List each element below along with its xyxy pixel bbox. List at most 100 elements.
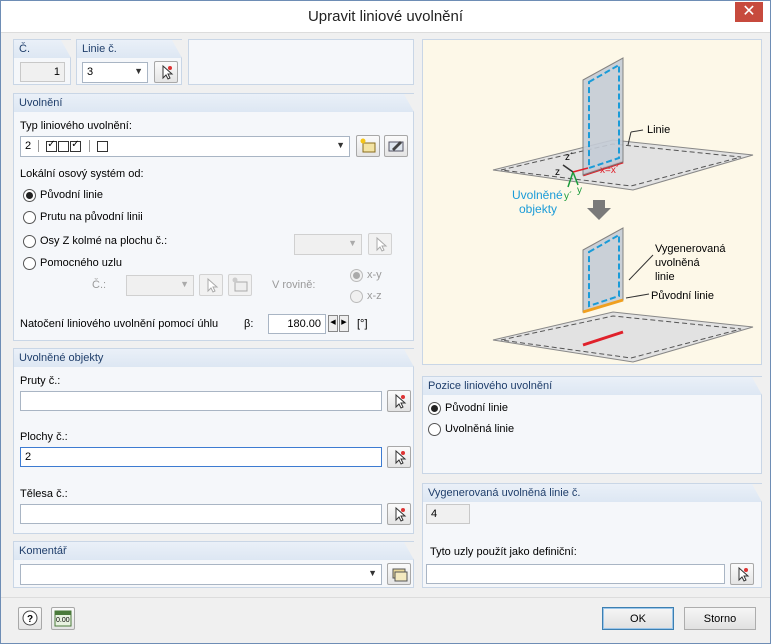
node-no-label: Č.: <box>92 279 107 291</box>
solids-label: Tělesa č.: <box>20 488 68 500</box>
release-type-select[interactable]: 2 ▼ <box>20 136 350 157</box>
blank-group <box>188 39 414 85</box>
chevron-down-icon: ▼ <box>180 279 189 289</box>
line-select-value: 3 <box>87 66 94 78</box>
pick-members-button[interactable] <box>387 390 411 412</box>
help-icon: ? <box>22 610 38 626</box>
generated-group: Vygenerovaná uvolněná linie č. 4 Tyto uz… <box>422 483 762 588</box>
diagram-label-y: y <box>577 185 582 196</box>
checkbox-icon <box>58 140 70 152</box>
generated-number-field: 4 <box>426 504 470 524</box>
new-item-icon <box>232 277 248 292</box>
beta-spin-left[interactable]: ◀ <box>328 315 338 332</box>
line-group: Linie č. 3 ▼ <box>76 39 182 85</box>
radio-lcs-helpnode[interactable]: Pomocného uzlu <box>23 257 122 270</box>
title-bar: Upravit liniové uvolnění ✕ <box>1 1 770 33</box>
lcs-label: Lokální osový systém od: <box>20 168 144 180</box>
diagram-label-z: z <box>555 167 560 178</box>
nodes-input[interactable] <box>426 564 725 584</box>
number-header: Č. <box>14 40 71 58</box>
units-button[interactable]: 0.00 <box>51 607 75 630</box>
pointer-pick-icon <box>738 566 750 582</box>
pick-solids-button[interactable] <box>387 503 411 525</box>
release-diagram <box>492 57 754 363</box>
number-group: Č. 1 <box>13 39 71 85</box>
chevron-down-icon: ▼ <box>134 66 143 76</box>
new-item-icon <box>360 138 376 153</box>
release-header: Uvolnění <box>14 94 414 112</box>
radio-plane-xy: x-y <box>350 269 382 282</box>
radio-lcs-member[interactable]: Prutu na původní linii <box>23 211 143 224</box>
pointer-pick-icon <box>376 236 388 252</box>
chevron-down-icon: ▼ <box>336 140 345 150</box>
pointer-pick-icon <box>207 277 219 293</box>
new-release-type-button[interactable] <box>356 135 380 157</box>
pick-surfaces-button[interactable] <box>387 446 411 468</box>
number-field: 1 <box>20 62 65 82</box>
units-icon-label: 0.00 <box>56 617 70 624</box>
release-group: Uvolnění Typ liniového uvolnění: 2 ▼ Lok… <box>13 93 414 341</box>
beta-unit: [°] <box>357 318 368 330</box>
members-input[interactable] <box>20 391 382 411</box>
generated-header: Vygenerovaná uvolněná linie č. <box>423 484 762 502</box>
surfaces-input[interactable]: 2 <box>20 447 382 467</box>
cancel-button[interactable]: Storno <box>684 607 756 630</box>
line-select[interactable]: 3 ▼ <box>82 62 148 83</box>
solids-input[interactable] <box>20 504 382 524</box>
edit-item-icon <box>388 141 404 152</box>
diagram-label-released-1: Uvolněné <box>512 188 563 202</box>
pick-line-button[interactable] <box>154 61 178 83</box>
beta-input[interactable]: 180.00 <box>268 314 326 334</box>
ok-button[interactable]: OK <box>602 607 674 630</box>
close-button[interactable]: ✕ <box>735 2 763 22</box>
radio-position-original[interactable]: Původní linie <box>428 402 508 415</box>
release-type-label: Typ liniového uvolnění: <box>20 120 132 132</box>
position-group: Pozice liniového uvolnění Původní linie … <box>422 376 762 474</box>
released-objects-header: Uvolněné objekty <box>14 349 414 367</box>
comment-select[interactable]: ▼ <box>20 564 382 585</box>
pointer-pick-icon <box>162 64 174 80</box>
pick-nodes-button[interactable] <box>730 563 754 585</box>
pointer-pick-icon <box>395 449 407 465</box>
comment-library-button[interactable] <box>387 563 411 585</box>
line-header: Linie č. <box>77 40 182 58</box>
radio-lcs-original[interactable]: Původní linie <box>23 189 103 202</box>
diagram-label-released-2: objekty <box>519 202 558 216</box>
checkbox-icon <box>46 139 58 152</box>
chevron-down-icon: ▼ <box>368 568 377 578</box>
diagram-label-yprime: y´ <box>564 191 573 202</box>
checkbox-icon <box>97 140 109 152</box>
diagram-label-original: Původní linie <box>651 290 714 302</box>
surface-select: ▼ <box>294 234 362 255</box>
rotation-label: Natočení liniového uvolnění pomocí úhlu <box>20 318 219 330</box>
window-title: Upravit liniové uvolnění <box>307 8 464 25</box>
node-select: ▼ <box>126 275 194 296</box>
radio-plane-xz: x-z <box>350 290 382 303</box>
edit-release-type-button[interactable] <box>384 135 408 157</box>
svg-text:?: ? <box>27 614 33 625</box>
comment-group: Komentář ▼ <box>13 541 414 588</box>
diagram-label-linie: Linie <box>647 124 671 136</box>
diagram-panel: Linie x=x´ z´ z y´ y Uvolněné objekty Vy… <box>422 39 762 365</box>
new-node-button <box>228 274 252 296</box>
dialog-window: Upravit liniové uvolnění ✕ Č. 1 Linie č.… <box>0 0 771 644</box>
beta-spin-right[interactable]: ▶ <box>339 315 349 332</box>
pointer-pick-icon <box>395 506 407 522</box>
release-type-number: 2 <box>25 140 32 152</box>
radio-position-released[interactable]: Uvolněná linie <box>428 423 514 436</box>
chevron-down-icon: ▼ <box>348 238 357 248</box>
radio-lcs-zaxis[interactable]: Osy Z kolmé na plochu č.: <box>23 235 167 248</box>
surfaces-label: Plochy č.: <box>20 431 68 443</box>
released-objects-group: Uvolněné objekty Pruty č.: Plochy č.: 2 … <box>13 348 414 534</box>
footer-divider <box>1 597 770 598</box>
help-button[interactable]: ? <box>18 607 42 630</box>
checkbox-icon <box>70 139 82 152</box>
diagram-label-generated-1: Vygenerovaná <box>655 243 726 255</box>
pick-node-button <box>199 274 223 296</box>
pointer-pick-icon <box>395 393 407 409</box>
diagram-label-generated-2: uvolněná <box>655 257 700 269</box>
plane-label: V rovině: <box>272 279 316 291</box>
diagram-label-generated-3: linie <box>655 271 675 283</box>
beta-label: β: <box>244 318 254 330</box>
diagram-label-x: x=x´ <box>600 165 620 176</box>
